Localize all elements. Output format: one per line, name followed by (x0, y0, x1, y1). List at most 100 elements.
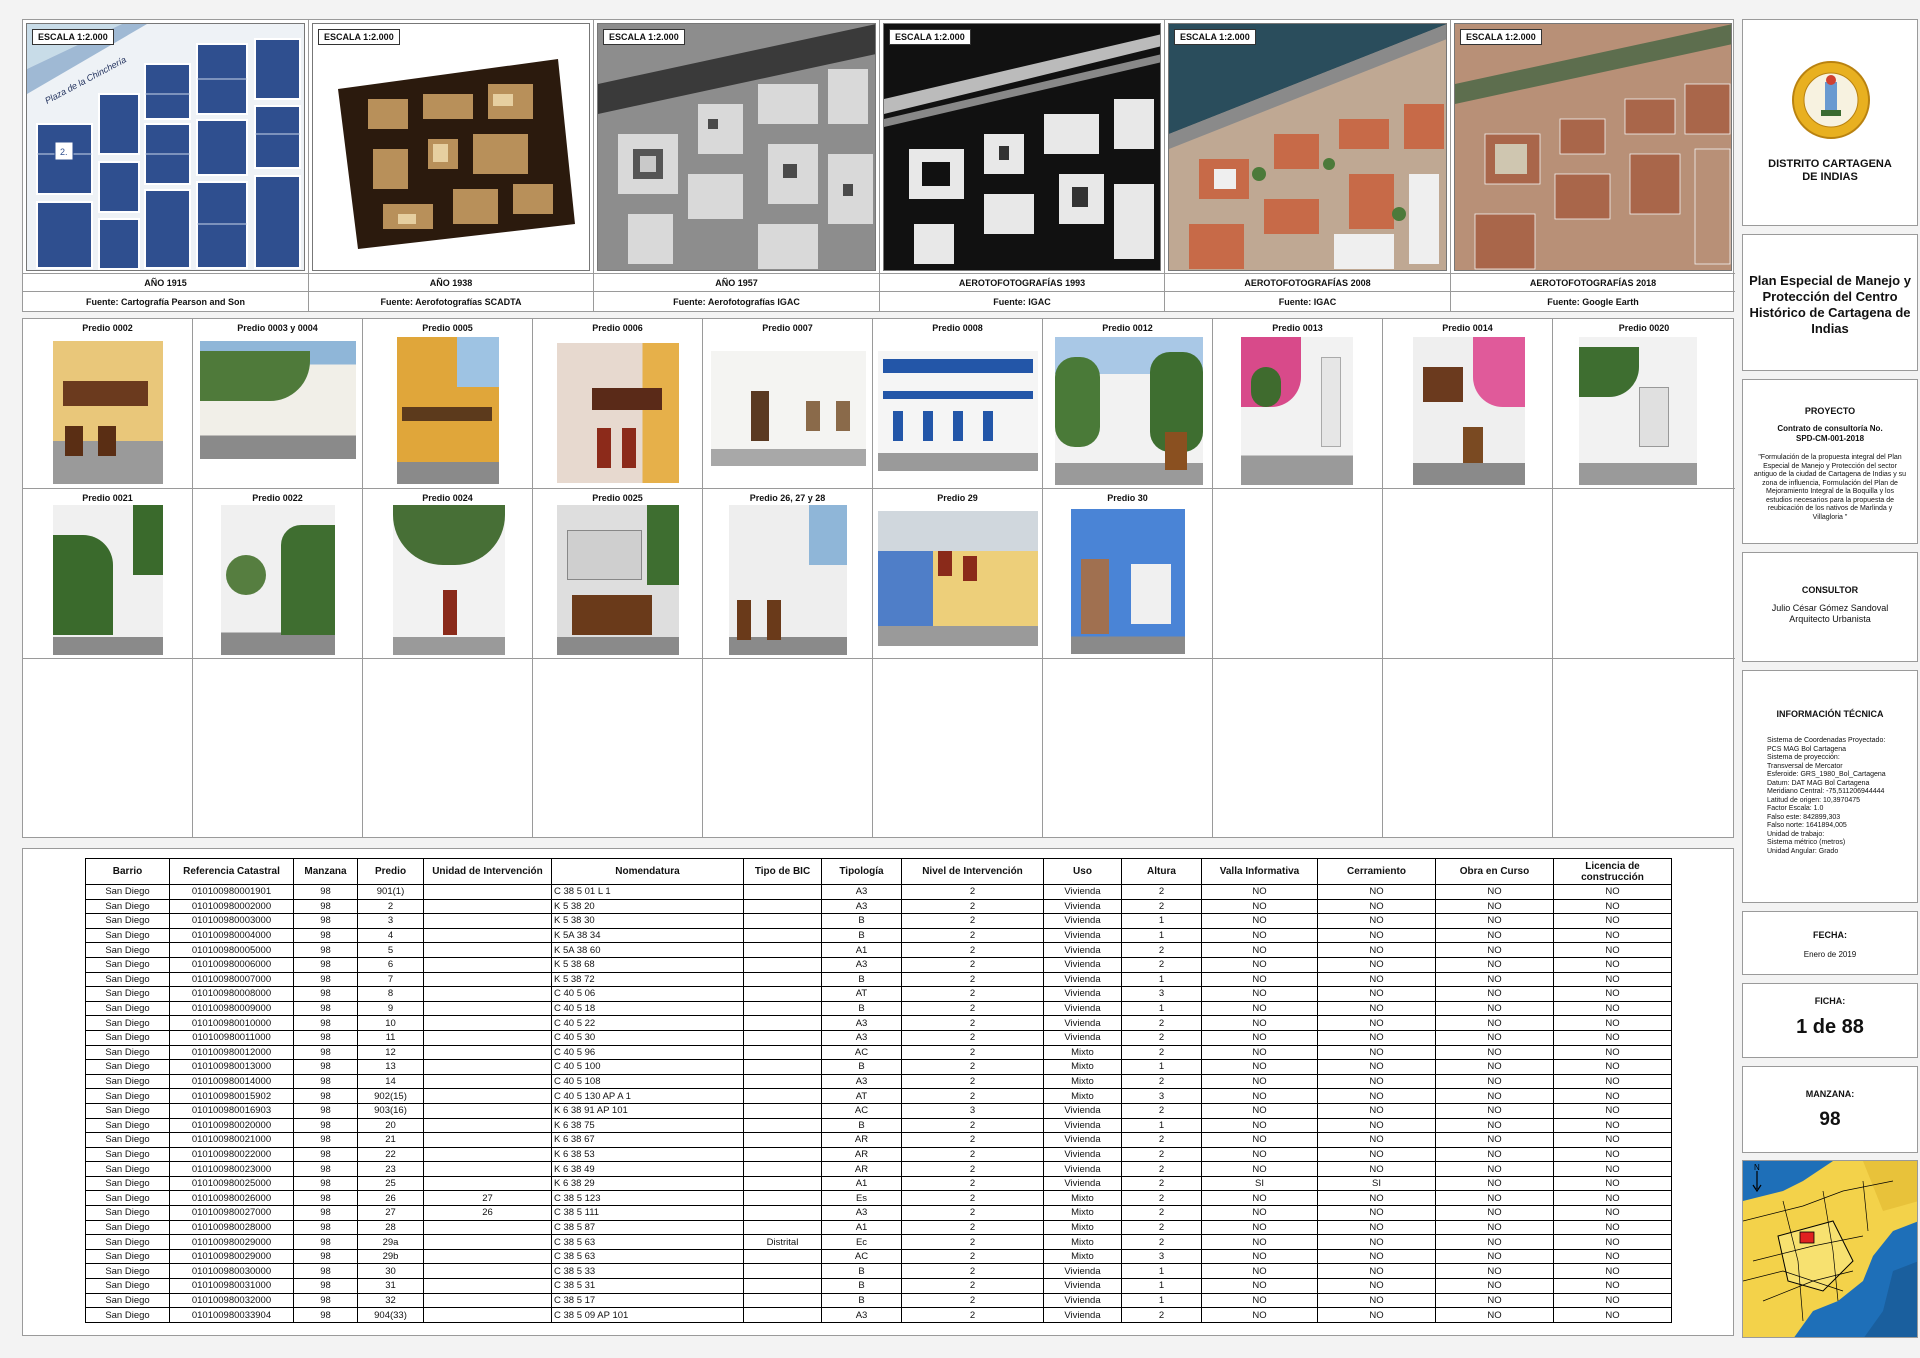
table-cell: NO (1435, 1015, 1554, 1031)
table-cell: 904(33) (357, 1307, 424, 1323)
predio-cell-empty (533, 659, 703, 837)
table-row: San Diego 010100980023000 98 23 K 6 38 49 AR 2… (85, 1161, 1672, 1177)
predio-title: Predio 26, 27 y 28 (749, 493, 826, 503)
table-cell: K 5 38 68 (551, 956, 744, 973)
table-cell: San Diego (85, 1263, 170, 1280)
table-row: San Diego 010100980004000 98 4 K 5A 38 34 B 2 V… (85, 927, 1672, 944)
table-cell: NO (1553, 1000, 1672, 1017)
table-cell: 1 (1121, 1059, 1202, 1075)
table-cell: 2 (1121, 1015, 1202, 1031)
table-cell (423, 1015, 552, 1031)
table-cell: NO (1317, 1000, 1436, 1017)
table-cell (423, 1146, 552, 1163)
table-cell: Mixto (1043, 1219, 1122, 1236)
table-cell (423, 1117, 552, 1134)
table-cell: NO (1435, 1146, 1554, 1163)
predio-cell: Predio 0021 (23, 489, 193, 659)
hist-source-label: Fuente: Google Earth (1547, 297, 1639, 307)
table-cell: 1 (1121, 1117, 1202, 1134)
table-cell: NO (1553, 1073, 1672, 1090)
ficha-box: FICHA: 1 de 88 (1742, 983, 1918, 1058)
predio-photo (53, 341, 163, 484)
plan-title: Plan Especial de Manejo y Protección del… (1749, 273, 1911, 336)
table-cell: 901(1) (357, 884, 424, 900)
hist-cell-1938: ESCALA 1:2.000 AÑO 1938 Fuente: Aerofoto… (309, 20, 594, 311)
table-cell: 010100980023000 (169, 1161, 294, 1177)
table-cell: NO (1553, 1248, 1672, 1265)
table-cell: C 38 5 17 (551, 1292, 744, 1309)
table-cell: NO (1553, 927, 1672, 944)
table-cell: 1 (1121, 1278, 1202, 1294)
table-cell: NO (1201, 1088, 1318, 1104)
table-cell: NO (1553, 1292, 1672, 1309)
hist-cell-1915: ESCALA 1:2.000 2. Plaza de la Chinchería… (23, 20, 309, 311)
table-cell: 2 (1121, 1073, 1202, 1090)
table-row: San Diego 010100980003000 98 3 K 5 38 30 B 2 Vi… (85, 913, 1672, 929)
table-cell (423, 1175, 552, 1192)
consultant-heading: CONSULTOR (1801, 585, 1859, 595)
table-cell: NO (1553, 1307, 1672, 1323)
predio-cell-empty (193, 659, 363, 837)
table-cell: 3 (1121, 986, 1202, 1002)
table-row: San Diego 010100980008000 98 8 C 40 5 06 AT 2 V… (85, 986, 1672, 1002)
table-cell: A3 (821, 1029, 902, 1046)
predio-cell-empty (23, 659, 193, 837)
table-cell: 2 (901, 1307, 1044, 1323)
table-cell (743, 942, 822, 958)
table-cell: 98 (293, 1117, 358, 1134)
table-cell: NO (1435, 913, 1554, 929)
table-cell: NO (1553, 1263, 1672, 1280)
predio-cell: Predio 0003 y 0004 (193, 319, 363, 489)
table-row: San Diego 010100980015902 98 902(15) C 40 5 … (85, 1088, 1672, 1104)
table-cell: 29b (357, 1248, 424, 1265)
table-row: San Diego 010100980002000 98 2 K 5 38 20 A3 2 V… (85, 898, 1672, 915)
table-cell: 010100980028000 (169, 1219, 294, 1236)
table-row: San Diego 010100980033904 98 904(33) C 38 5 … (85, 1307, 1672, 1323)
table-cell: 30 (357, 1263, 424, 1280)
predio-photo (878, 511, 1038, 646)
table-cell: 2 (901, 1219, 1044, 1236)
scale-badge: ESCALA 1:2.000 (1174, 29, 1256, 45)
table-cell: 2 (1121, 1190, 1202, 1207)
table-cell (743, 1248, 822, 1265)
table-cell: San Diego (85, 1205, 170, 1221)
table-body: San Diego 010100980001901 98 901(1) C 38 5 0… (85, 884, 1672, 1323)
predio-title: Predio 0014 (1442, 323, 1493, 333)
table-cell: San Diego (85, 1248, 170, 1265)
table-cell: 010100980029000 (169, 1248, 294, 1265)
predio-photo (1413, 337, 1525, 485)
table-cell: NO (1435, 986, 1554, 1002)
table-cell: NO (1435, 1219, 1554, 1236)
table-cell: Vivienda (1043, 1146, 1122, 1163)
table-cell: NO (1317, 1088, 1436, 1104)
predio-cell-empty (1213, 659, 1383, 837)
table-cell: K 6 38 91 AP 101 (551, 1102, 744, 1119)
column-header: Unidad de Intervención (423, 858, 552, 885)
table-cell: B (821, 971, 902, 988)
manzana-label: MANZANA: (1805, 1089, 1855, 1099)
table-cell: 2 (901, 1248, 1044, 1265)
table-row: San Diego 010100980001901 98 901(1) C 38 5 0… (85, 884, 1672, 900)
aerial-1957: ESCALA 1:2.000 (597, 23, 876, 271)
table-cell: 2 (901, 1292, 1044, 1309)
table-cell: NO (1317, 1102, 1436, 1119)
table-cell: NO (1553, 1044, 1672, 1061)
table-cell: 2 (901, 1015, 1044, 1031)
table-cell: Es (821, 1190, 902, 1207)
table-cell: 23 (357, 1161, 424, 1177)
table-cell: 98 (293, 927, 358, 944)
project-description: "Formulación de la propuesta integral de… (1753, 454, 1907, 521)
project-box: PROYECTO Contrato de consultoría No. SPD… (1742, 379, 1918, 544)
predio-photo (711, 351, 866, 466)
table-cell: A3 (821, 898, 902, 915)
table-cell: C 40 5 130 AP A 1 (551, 1088, 744, 1104)
ficha-value: 1 de 88 (1796, 1016, 1864, 1038)
table-cell: 98 (293, 1175, 358, 1192)
table-cell: NO (1317, 1161, 1436, 1177)
table-cell: K 5A 38 34 (551, 927, 744, 944)
hist-year-label: AÑO 1938 (309, 273, 593, 292)
table-cell: Vivienda (1043, 913, 1122, 929)
table-cell: San Diego (85, 1132, 170, 1148)
table-cell: 2 (901, 913, 1044, 929)
table-cell: 98 (293, 956, 358, 973)
